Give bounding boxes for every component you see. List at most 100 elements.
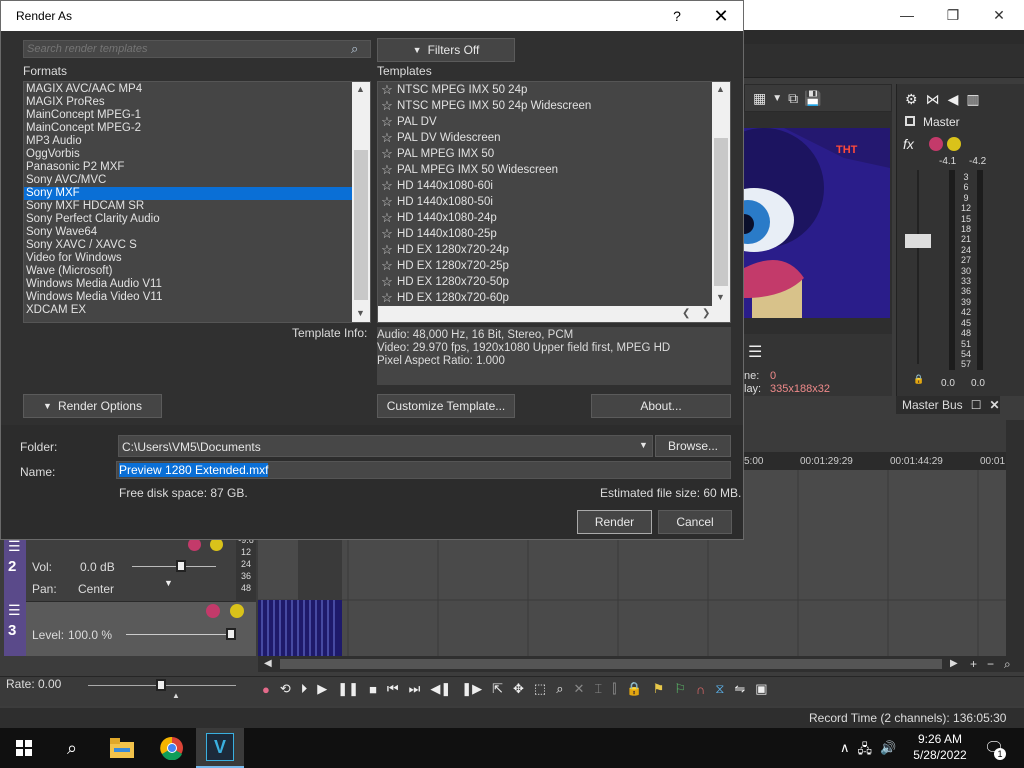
format-item[interactable]: Windows Media Audio V11: [24, 278, 352, 291]
grid-icon[interactable]: ▦: [753, 90, 766, 107]
timeline-hscrollbar[interactable]: ◀ ▶: [258, 656, 964, 672]
dialog-close-button[interactable]: ✕: [699, 1, 743, 31]
template-item[interactable]: ☆ HD 1440x1080-25p: [378, 226, 712, 242]
track-header-video[interactable]: ☰ 3 Level: 100.0 %: [4, 602, 256, 656]
template-item[interactable]: ☆ HD EX 1280x720-60p: [378, 290, 712, 306]
template-item[interactable]: ☆ HD EX 1280x720-24p: [378, 242, 712, 258]
pause-icon[interactable]: ❚❚: [337, 681, 359, 697]
format-item[interactable]: Windows Media Video V11: [24, 291, 352, 304]
downmix-icon[interactable]: ◀: [948, 91, 959, 108]
zoom-tool-icon[interactable]: ⌕: [556, 681, 563, 697]
vol-slider-thumb[interactable]: [176, 560, 186, 572]
format-item[interactable]: Video for Windows: [24, 252, 352, 265]
vegas-taskbar-icon[interactable]: V: [196, 728, 244, 768]
chevron-left-icon[interactable]: ❮: [682, 308, 690, 319]
bypass-icon[interactable]: ⋈: [926, 91, 940, 108]
templates-scrollbar[interactable]: ▲ ▼: [712, 82, 730, 306]
pan-thumb[interactable]: ▼: [164, 578, 173, 588]
video-event[interactable]: [258, 600, 342, 656]
zoom-search-icon[interactable]: ⌕: [1004, 657, 1011, 672]
restore-icon[interactable]: ☐: [971, 398, 982, 412]
mixer-icon[interactable]: ▥: [966, 91, 979, 108]
render-options-button[interactable]: ▼ Render Options: [23, 394, 162, 418]
minimize-button[interactable]: —: [884, 0, 930, 30]
star-icon[interactable]: ☆: [380, 259, 394, 273]
search-icon[interactable]: ⌕: [48, 728, 96, 768]
level-slider-thumb[interactable]: [226, 628, 236, 640]
star-icon[interactable]: ☆: [380, 227, 394, 241]
customize-template-button[interactable]: Customize Template...: [377, 394, 515, 418]
about-button[interactable]: About...: [591, 394, 731, 418]
format-item[interactable]: Sony Perfect Clarity Audio: [24, 213, 352, 226]
format-item[interactable]: MainConcept MPEG-1: [24, 109, 352, 122]
scroll-thumb[interactable]: [280, 659, 942, 669]
chevron-right-icon[interactable]: ❯: [702, 308, 710, 319]
star-icon[interactable]: ☆: [380, 131, 394, 145]
star-icon[interactable]: ☆: [380, 99, 394, 113]
template-item[interactable]: ☆ HD 1440x1080-24p: [378, 210, 712, 226]
chevron-down-icon[interactable]: ▼: [716, 292, 725, 302]
template-item[interactable]: ☆ PAL MPEG IMX 50: [378, 146, 712, 162]
template-item[interactable]: ☆ NTSC MPEG IMX 50 24p: [378, 82, 712, 98]
selection-tool-icon[interactable]: ⬚: [534, 681, 546, 697]
chevron-down-icon[interactable]: ▼: [356, 308, 365, 318]
chrome-icon[interactable]: [148, 728, 196, 768]
render-button[interactable]: Render: [577, 510, 652, 534]
chevron-up-icon[interactable]: ∧: [840, 740, 850, 762]
template-item[interactable]: ☆ PAL DV: [378, 114, 712, 130]
chevron-down-icon[interactable]: ▼: [639, 440, 648, 450]
format-item[interactable]: MAGIX AVC/AAC MP4: [24, 83, 352, 96]
format-item[interactable]: Sony MXF HDCAM SR: [24, 200, 352, 213]
fx-icon[interactable]: fx: [903, 136, 914, 152]
formats-scroll-thumb[interactable]: [354, 150, 368, 300]
loop-icon[interactable]: ⟲: [280, 681, 291, 697]
rate-reset-icon[interactable]: ▲: [172, 691, 180, 700]
chevron-up-icon[interactable]: ▲: [356, 84, 365, 94]
trim-icon[interactable]: ⌶: [594, 681, 602, 697]
auto-ripple-icon[interactable]: ⧖: [715, 681, 724, 697]
delete-icon[interactable]: ✕: [574, 681, 585, 697]
help-button[interactable]: ?: [661, 1, 693, 31]
cancel-button[interactable]: Cancel: [658, 510, 732, 534]
star-icon[interactable]: ☆: [380, 211, 394, 225]
template-item[interactable]: ☆ NTSC MPEG IMX 50 24p Widescreen: [378, 98, 712, 114]
format-item[interactable]: Panasonic P2 MXF: [24, 161, 352, 174]
format-item[interactable]: XDCAM EX: [24, 304, 352, 317]
solo-icon[interactable]: [230, 604, 244, 618]
filters-button[interactable]: ▼ Filters Off: [377, 38, 515, 62]
maximize-button[interactable]: ❐: [930, 0, 976, 30]
go-to-start-icon[interactable]: ⏮: [387, 681, 399, 697]
master-checkbox-icon[interactable]: [905, 116, 915, 126]
star-icon[interactable]: ☆: [380, 147, 394, 161]
menu-icon[interactable]: ☰: [8, 602, 21, 619]
template-item[interactable]: ☆ HD EX 1280x720-25p: [378, 258, 712, 274]
close-icon[interactable]: ✕: [989, 398, 999, 412]
folder-combobox[interactable]: C:\Users\VM5\Documents ▼: [118, 435, 653, 457]
file-explorer-icon[interactable]: [98, 728, 146, 768]
star-icon[interactable]: ☆: [380, 243, 394, 257]
play-from-start-icon[interactable]: ⏵: [301, 681, 308, 697]
format-item[interactable]: MP3 Audio: [24, 135, 352, 148]
save-snapshot-icon[interactable]: 💾: [804, 90, 821, 107]
chevron-up-icon[interactable]: ▲: [716, 84, 725, 94]
format-item[interactable]: Sony MXF: [24, 187, 352, 200]
format-item[interactable]: OggVorbis: [24, 148, 352, 161]
copy-snapshot-icon[interactable]: ⧉: [788, 90, 798, 107]
templates-scroll-thumb[interactable]: [714, 138, 728, 286]
region-icon[interactable]: ⚐: [674, 681, 686, 697]
edit-tool-icon[interactable]: ⇱: [492, 681, 503, 697]
windows-start-icon[interactable]: [0, 728, 48, 768]
templates-list[interactable]: ☆ NTSC MPEG IMX 50 24p ☆ NTSC MPEG IMX 50 2…: [377, 81, 731, 323]
star-icon[interactable]: ☆: [380, 115, 394, 129]
snap-icon[interactable]: ∩: [696, 682, 705, 697]
marker-icon[interactable]: ⚑: [653, 681, 665, 697]
star-icon[interactable]: ☆: [380, 179, 394, 193]
snapshot-icon[interactable]: ▣: [755, 681, 767, 697]
lock-icon[interactable]: 🔒: [913, 374, 924, 385]
template-item[interactable]: ☆ HD EX 1280x720-50p: [378, 274, 712, 290]
timeline-vscrollbar[interactable]: [1006, 420, 1024, 656]
browse-button[interactable]: Browse...: [655, 435, 731, 457]
solo-icon[interactable]: [947, 137, 961, 151]
zoom-out-icon[interactable]: −: [987, 657, 994, 671]
star-icon[interactable]: ☆: [380, 291, 394, 305]
